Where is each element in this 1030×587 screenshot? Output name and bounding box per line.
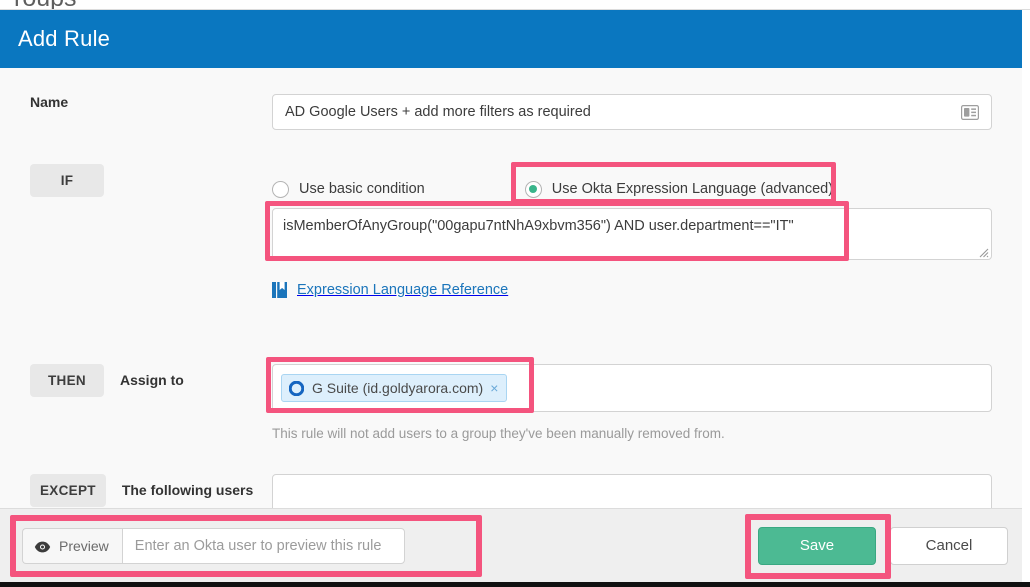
eye-icon (34, 540, 51, 552)
assign-to-hint: This rule will not add users to a group … (272, 426, 725, 441)
preview-user-placeholder: Enter an Okta user to preview this rule (134, 537, 382, 554)
modal-title: Add Rule (18, 26, 111, 51)
footer-actions: Save Cancel (745, 513, 1008, 579)
radio-okta-expression-indicator[interactable] (524, 180, 542, 198)
screen: roups Add Rule Name AD Google Users + ad… (0, 0, 1030, 587)
if-badge: IF (30, 164, 104, 197)
condition-type-radio-group: Use basic condition Use Okta Expression … (272, 162, 842, 210)
then-badge: THEN (30, 364, 104, 397)
expression-field-wrapper: isMemberOfAnyGroup("00gapu7ntNhA9xbvm356… (265, 201, 992, 261)
expression-language-reference-link[interactable]: Expression Language Reference (272, 282, 508, 298)
name-label: Name (30, 94, 69, 110)
if-row: IF Use basic condition Use Okta Expressi… (0, 162, 1030, 210)
radio-okta-expression-label: Use Okta Expression Language (advanced) (551, 181, 834, 197)
modal-footer: Preview Enter an Okta user to preview th… (0, 508, 1030, 582)
following-users-label: The following users (121, 482, 254, 498)
okta-circle-icon (288, 380, 305, 396)
modal-body: Name AD Google Users + add more filters … (0, 68, 1030, 524)
assign-to-label: Assign to (120, 372, 184, 388)
name-input-value: AD Google Users + add more filters as re… (285, 104, 591, 120)
assign-to-input[interactable]: G Suite (id.goldyarora.com) × (272, 364, 992, 412)
if-badge-cell: IF (0, 164, 272, 197)
book-icon (272, 282, 287, 298)
name-row: Name AD Google Users + add more filters … (0, 94, 1030, 130)
bottom-edge-strip (0, 582, 1030, 587)
radio-basic-indicator[interactable] (272, 180, 289, 198)
then-row: THEN Assign to G Suite (id.goldyarora.co… (0, 357, 1030, 413)
name-input[interactable]: AD Google Users + add more filters as re… (272, 94, 992, 130)
right-edge-strip (1022, 10, 1030, 582)
preview-button-label: Preview (59, 537, 109, 554)
assign-to-field-wrapper: G Suite (id.goldyarora.com) × (266, 357, 992, 413)
save-button[interactable]: Save (758, 526, 876, 565)
expression-value: isMemberOfAnyGroup("00gapu7ntNhA9xbvm356… (283, 218, 794, 234)
resize-grip-icon[interactable] (977, 245, 989, 258)
radio-okta-expression-wrapper: Use Okta Expression Language (advanced) (510, 162, 842, 210)
preview-group: Preview Enter an Okta user to preview th… (10, 514, 482, 577)
preview-button[interactable]: Preview (22, 527, 122, 564)
preview-user-input[interactable]: Enter an Okta user to preview this rule (121, 527, 405, 564)
radio-use-basic-condition[interactable]: Use basic condition (272, 174, 425, 204)
radio-use-okta-expression-language[interactable]: Use Okta Expression Language (advanced) (524, 174, 834, 204)
remove-group-chip-icon[interactable]: × (490, 381, 498, 395)
contact-card-icon[interactable] (961, 104, 979, 120)
assigned-group-label: G Suite (id.goldyarora.com) (312, 380, 484, 396)
except-badge-cell: EXCEPT The following users (0, 474, 272, 507)
expression-language-reference-text: Expression Language Reference (297, 282, 509, 298)
expression-textarea[interactable]: isMemberOfAnyGroup("00gapu7ntNhA9xbvm356… (272, 208, 992, 260)
radio-basic-label: Use basic condition (299, 181, 425, 197)
name-label-cell: Name (0, 94, 272, 110)
except-badge: EXCEPT (30, 474, 106, 507)
assigned-group-chip[interactable]: G Suite (id.goldyarora.com) × (281, 374, 508, 402)
cancel-button[interactable]: Cancel (890, 526, 1008, 565)
modal-header: Add Rule (0, 10, 1030, 68)
then-badge-cell: THEN Assign to (0, 364, 272, 397)
add-rule-modal: Add Rule Name AD Google Users + add more… (0, 10, 1030, 582)
